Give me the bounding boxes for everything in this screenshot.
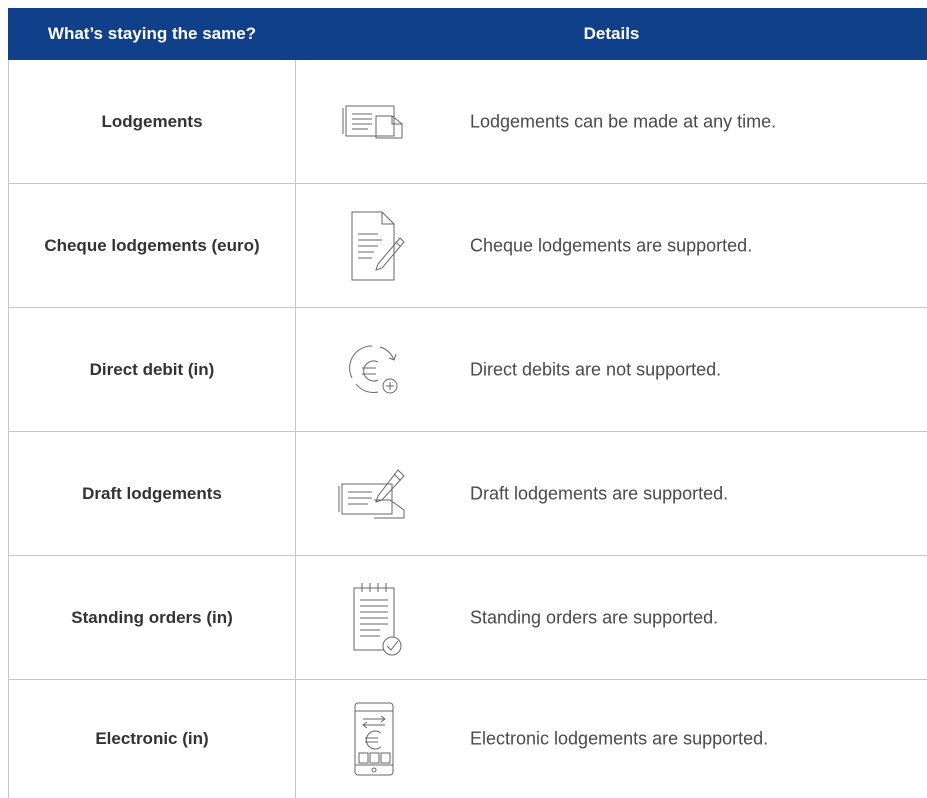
header-col-what: What’s staying the same? — [47, 24, 257, 43]
row-label: Electronic (in) — [8, 680, 296, 798]
table-row: Standing orders (in) Standing orders are… — [8, 556, 927, 680]
row-detail-text: Cheque lodgements are supported. — [470, 235, 753, 255]
table-row: Direct debit (in) Direct debits are not … — [8, 308, 927, 432]
table-row: Cheque lodgements (euro) Cheque lodgemen… — [8, 184, 927, 308]
row-detail-text: Electronic lodgements are supported. — [470, 728, 769, 749]
notepad-check-icon — [336, 580, 412, 656]
row-label: Lodgements — [8, 60, 296, 183]
row-label: Draft lodgements — [8, 432, 296, 555]
row-detail-text: Standing orders are supported. — [470, 607, 719, 627]
row-label: Direct debit (in) — [8, 308, 296, 431]
row-details: Cheque lodgements are supported. — [296, 184, 927, 307]
row-label: Cheque lodgements (euro) — [8, 184, 296, 307]
document-pencil-icon — [336, 208, 412, 284]
mobile-euro-transfer-icon — [336, 701, 412, 777]
header-col-details: Details — [583, 24, 640, 43]
row-detail-text: Direct debits are not supported. — [470, 359, 722, 379]
row-details: Lodgements can be made at any time. — [296, 60, 927, 183]
table-row: Lodgements Lodgements can be made at any… — [8, 60, 927, 184]
row-detail-text: Draft lodgements are supported. — [470, 483, 729, 503]
row-details: Draft lodgements are supported. — [296, 432, 927, 555]
table-row: Electronic (in) Electronic lodgements ar… — [8, 680, 927, 798]
euro-recurring-icon — [336, 332, 412, 408]
row-details: Electronic lodgements are supported. — [296, 680, 927, 798]
lodgements-table: What’s staying the same? Details Lodgeme… — [8, 8, 927, 798]
row-detail-text: Lodgements can be made at any time. — [470, 111, 777, 131]
table-row: Draft lodgements Draft lodgements are su… — [8, 432, 927, 556]
row-details: Standing orders are supported. — [296, 556, 927, 679]
row-label: Standing orders (in) — [8, 556, 296, 679]
row-details: Direct debits are not supported. — [296, 308, 927, 431]
cheque-pen-icon — [336, 456, 412, 532]
table-header: What’s staying the same? Details — [8, 8, 927, 60]
envelope-document-icon — [336, 84, 412, 160]
